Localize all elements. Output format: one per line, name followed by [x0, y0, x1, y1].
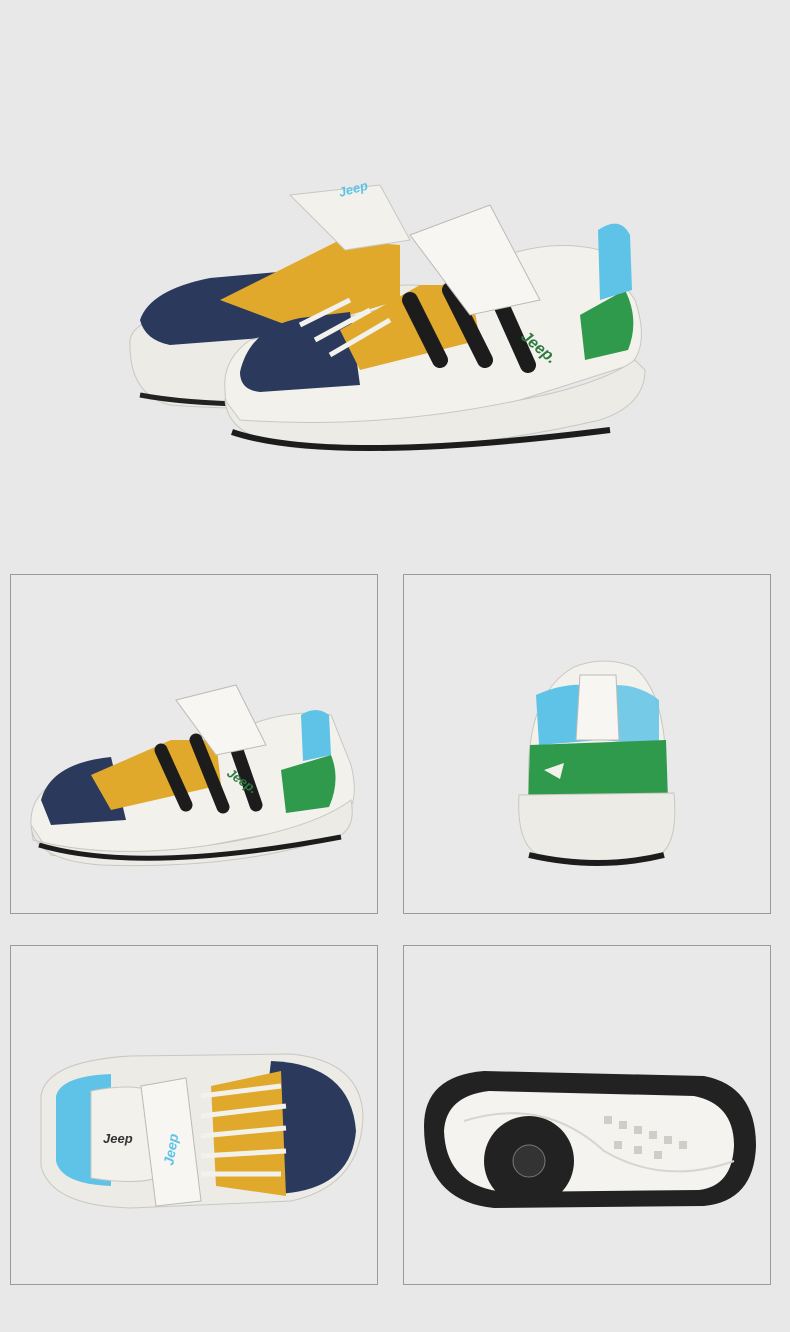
side-view-panel: Jeep. [10, 574, 378, 914]
sneaker-sole-illustration [424, 1071, 756, 1208]
sneaker-back-illustration [518, 660, 676, 866]
sneaker-pair-illustration: Jeep Jeep. [129, 178, 646, 451]
sole-view-panel [403, 945, 771, 1285]
sneaker-top-illustration: Jeep Jeep [40, 1053, 364, 1209]
hero-product-photo: Jeep Jeep. [0, 0, 790, 560]
back-view-panel [403, 574, 771, 914]
front-shoe: Jeep. [224, 204, 646, 451]
top-view-panel: Jeep Jeep [10, 945, 378, 1285]
insole-brand: Jeep [103, 1131, 133, 1146]
sneaker-side-illustration: Jeep. [30, 684, 355, 867]
